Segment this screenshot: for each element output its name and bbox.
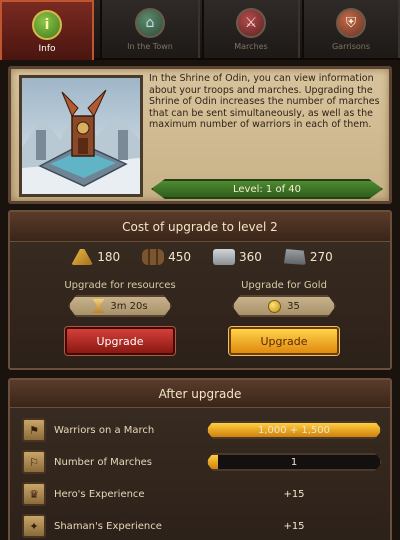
stat-value: +15 [283,488,305,500]
tab-in-the-town[interactable]: ⌂ In the Town [100,0,200,58]
shrine-of-odin-image [19,75,143,197]
gold-coin-icon [268,299,282,313]
stat-label: Warriors on a March [54,424,155,436]
shaman-icon: ✦ [22,514,46,538]
stat-row: ♛ Hero's Experience +15 [10,480,394,508]
info-icon: i [32,10,62,40]
wheat-value: 180 [97,250,121,264]
cost-title: Cost of upgrade to level 2 [10,212,390,242]
town-icon: ⌂ [135,8,165,38]
marches-icon: ⚔ [236,8,266,38]
stat-value: +15 [283,520,305,532]
upgrade-resources-button[interactable]: Upgrade [65,327,175,355]
stat-label: Hero's Experience [54,488,145,500]
upgrade-cost-panel: Cost of upgrade to level 2 180 450 360 2… [8,210,392,370]
tab-garrisons[interactable]: ⛨ Garrisons [302,0,400,58]
marches-bar-fill [208,455,219,469]
marches-bar: 1 [206,453,382,471]
wood-value: 450 [168,250,191,264]
wheat-icon [71,249,94,265]
stat-row: ⚐ Number of Marches 1 [10,448,394,476]
gold-option-title: Upgrade for Gold [241,280,327,291]
upgrade-time: 3m 20s [68,295,172,317]
tab-marches[interactable]: ⚔ Marches [202,0,300,58]
wood-icon [142,249,165,265]
after-upgrade-title: After upgrade [10,380,390,408]
warriors-bar: 1,000 + 1,500 [206,421,382,439]
resource-costs: 180 450 360 270 [10,246,394,268]
hourglass-icon [92,299,105,313]
upgrade-time-value: 3m 20s [110,300,148,312]
stone-value: 360 [239,250,262,264]
resources-option-title: Upgrade for resources [64,280,176,291]
wood-cost: 450 [142,246,191,268]
tab-marches-label: Marches [234,42,268,51]
stat-row: ⚑ Warriors on a March 1,000 + 1,500 [10,416,394,444]
upgrade-gold-button[interactable]: Upgrade [229,327,339,355]
hero-icon: ♛ [22,482,46,506]
after-upgrade-panel: After upgrade ⚑ Warriors on a March 1,00… [8,378,392,540]
upgrade-for-resources: Upgrade for resources 3m 20s Upgrade [40,280,200,355]
building-info-panel: In the Shrine of Odin, you can view info… [8,66,392,204]
shrine-illustration [22,78,140,194]
upgrade-for-gold: Upgrade for Gold 35 Upgrade [204,280,364,355]
stat-label: Shaman's Experience [54,520,162,532]
iron-icon [283,249,306,265]
stone-cost: 360 [213,246,262,268]
stat-label: Number of Marches [54,456,153,468]
level-indicator: Level: 1 of 40 [151,179,383,199]
tab-info[interactable]: i Info [0,0,94,60]
gold-price: 35 [232,295,336,317]
tab-bar: i Info ⌂ In the Town ⚔ Marches ⛨ Garriso… [0,0,400,60]
gold-price-value: 35 [287,300,300,312]
stat-value: 1,000 + 1,500 [258,424,330,436]
garrisons-icon: ⛨ [336,8,366,38]
stone-icon [213,249,235,265]
stat-value: 1 [290,456,298,468]
tab-town-label: In the Town [127,42,173,51]
tab-info-label: Info [38,44,56,54]
iron-value: 270 [309,250,333,264]
tab-garrisons-label: Garrisons [331,42,371,51]
marches-count-icon: ⚐ [22,450,46,474]
iron-cost: 270 [283,246,333,268]
stat-row: ✦ Shaman's Experience +15 [10,512,394,540]
building-description: In the Shrine of Odin, you can view info… [149,73,380,130]
warriors-icon: ⚑ [22,418,46,442]
wheat-cost: 180 [71,246,120,268]
